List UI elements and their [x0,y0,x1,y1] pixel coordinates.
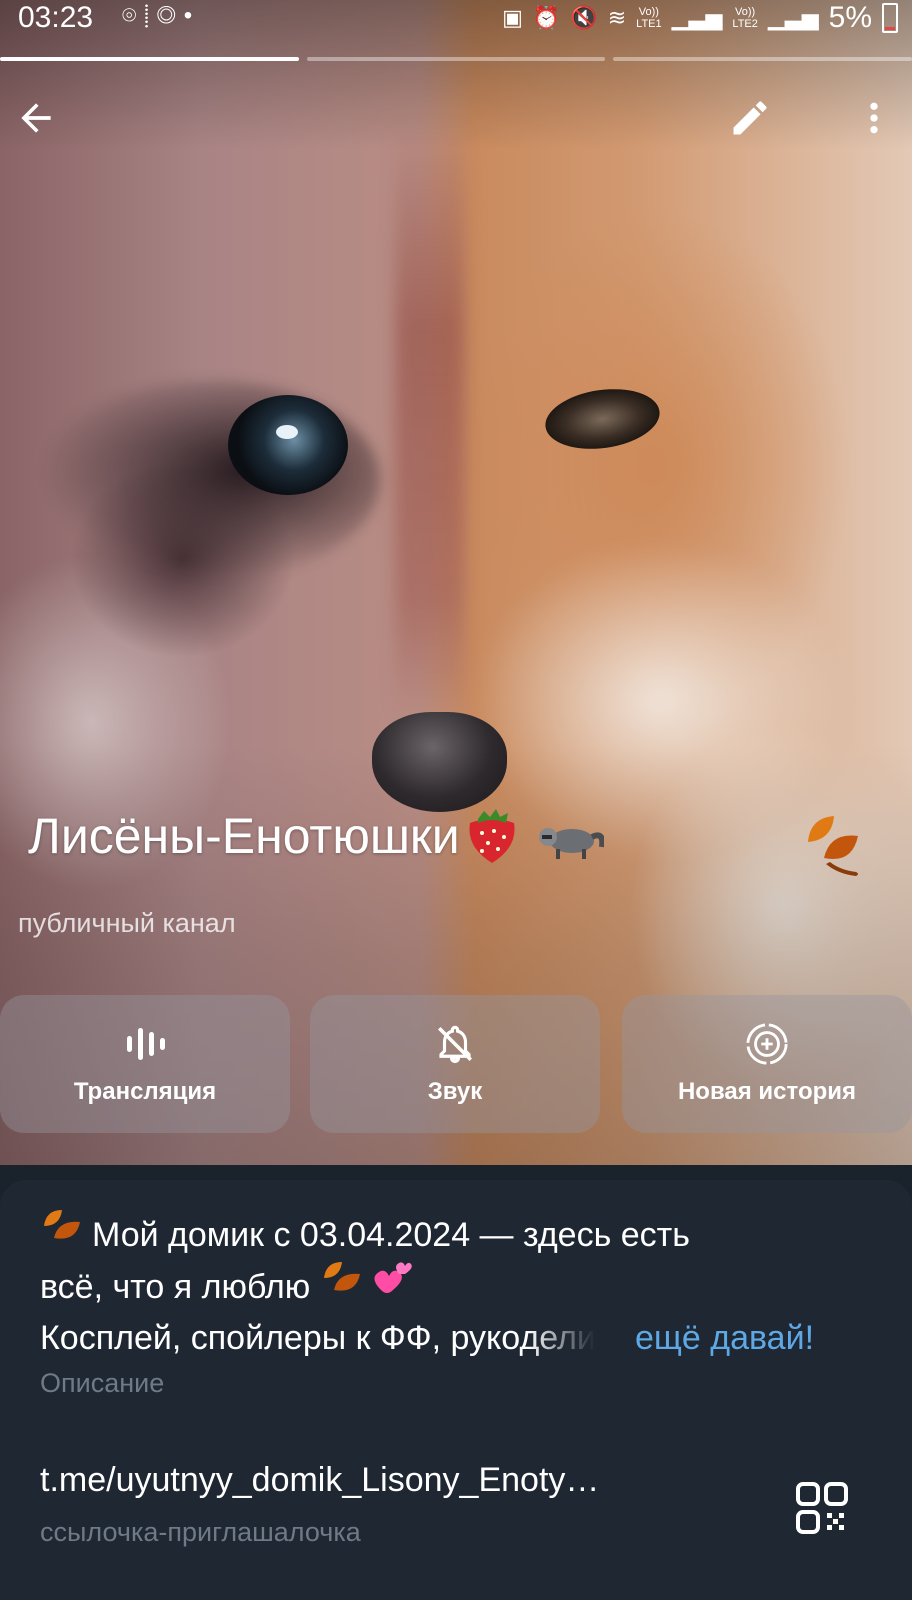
edit-button[interactable] [718,86,782,150]
raccoon-emoji-icon [534,814,606,859]
steps-icon: ⸽ [144,2,157,29]
channel-profile-screen: 03:23 ⌾⸽◎• ▣ ⏰ 🔇 ≋ Vo)) LTE1 ▁▃▅ Vo)) LT… [0,0,912,1600]
status-time: 03:23 [18,1,94,34]
more-vertical-icon [870,102,878,134]
invite-link[interactable]: t.me/uyutnyy_domik_Lisony_Enoty… [40,1458,720,1502]
volte-label-2: Vo)) [735,6,756,18]
sim1-signal: Vo)) LTE1 [636,6,661,30]
live-stream-icon [123,1022,167,1066]
autumn-leaf-emoji-icon [40,1208,84,1260]
live-stream-button[interactable]: Трансляция [0,995,290,1133]
sim2-signal: Vo)) LTE2 [732,6,757,30]
channel-title: Лисёны-Енотюшки [28,806,606,866]
story-progress [0,57,912,61]
channel-title-text: Лисёны-Енотюшки [28,808,460,864]
photo-fox-eye [541,382,664,456]
status-left-icons: ⌾⸽◎• [122,2,200,30]
channel-info-card: Мой домик с 03.04.2024 — здесь есть всё,… [0,1180,912,1600]
dot-icon: • [183,2,201,29]
tracking-icon: ⌾ [122,2,145,29]
battery-percent: 5% [828,1,872,34]
sim1-label: LTE1 [636,18,662,30]
channel-type-label: публичный канал [18,908,236,938]
new-story-button[interactable]: Новая история [622,995,912,1133]
nfc-icon: ◎ [156,2,184,29]
action-buttons: Трансляция Звук Новая история [0,995,912,1133]
story-progress-segment [0,57,299,61]
story-progress-segment [613,57,912,61]
signal-bars-2-icon: ▁▃▅ [767,5,819,30]
invite-link-caption: ссылочка-приглашалочка [40,1517,361,1547]
description-line: Мой домик с 03.04.2024 — здесь есть [40,1208,880,1260]
story-add-icon [745,1022,789,1066]
bell-muted-icon [433,1022,477,1066]
live-stream-label: Трансляция [73,1078,217,1105]
channel-cover-photo [0,0,912,1165]
description-line: всё, что я люблю [40,1260,880,1312]
battery-icon [882,3,898,33]
hearts-emoji-icon [373,1262,413,1306]
show-more-link[interactable]: ещё давай! [635,1312,814,1364]
arrow-left-icon [21,103,51,133]
photo-raccoon-eye [228,395,348,495]
autumn-leaf-emoji-icon [320,1262,373,1306]
description-line-1: Мой домик с 03.04.2024 — здесь есть [92,1216,690,1254]
volte-label-1: Vo)) [638,6,659,18]
status-bar: 03:23 ⌾⸽◎• ▣ ⏰ 🔇 ≋ Vo)) LTE1 ▁▃▅ Vo)) LT… [0,0,912,40]
sound-button[interactable]: Звук [310,995,600,1133]
sim2-label: LTE2 [732,18,758,30]
description-caption: Описание [40,1368,165,1398]
signal-bars-1-icon: ▁▃▅ [671,5,723,30]
qr-code-button[interactable] [792,1478,852,1538]
status-right-group: ▣ ⏰ 🔇 ≋ Vo)) LTE1 ▁▃▅ Vo)) LTE2 ▁▃▅ 5% [502,0,898,36]
qr-code-icon [796,1482,848,1534]
wifi-icon: ≋ [607,5,627,30]
description-line-3: Косплей, спойлеры к ФФ, рукоделие [40,1319,595,1357]
description-line: Косплей, спойлеры к ФФ, рукоделие ещё да… [40,1312,880,1364]
channel-description[interactable]: Мой домик с 03.04.2024 — здесь есть всё,… [40,1208,880,1364]
back-button[interactable] [4,86,68,150]
description-line-2: всё, что я люблю [40,1268,311,1306]
story-progress-segment [306,57,606,61]
mute-icon: 🔇 [570,5,598,30]
photo-stripe [395,120,465,720]
more-options-button[interactable] [842,86,906,150]
pencil-icon [733,101,767,135]
new-story-label: Новая история [677,1078,857,1105]
alarm-icon: ⏰ [532,5,561,30]
strawberry-emoji-icon [464,807,520,865]
battery-saver-icon: ▣ [502,5,523,30]
sound-label: Звук [427,1078,483,1105]
autumn-leaf-emoji-icon [800,812,864,883]
